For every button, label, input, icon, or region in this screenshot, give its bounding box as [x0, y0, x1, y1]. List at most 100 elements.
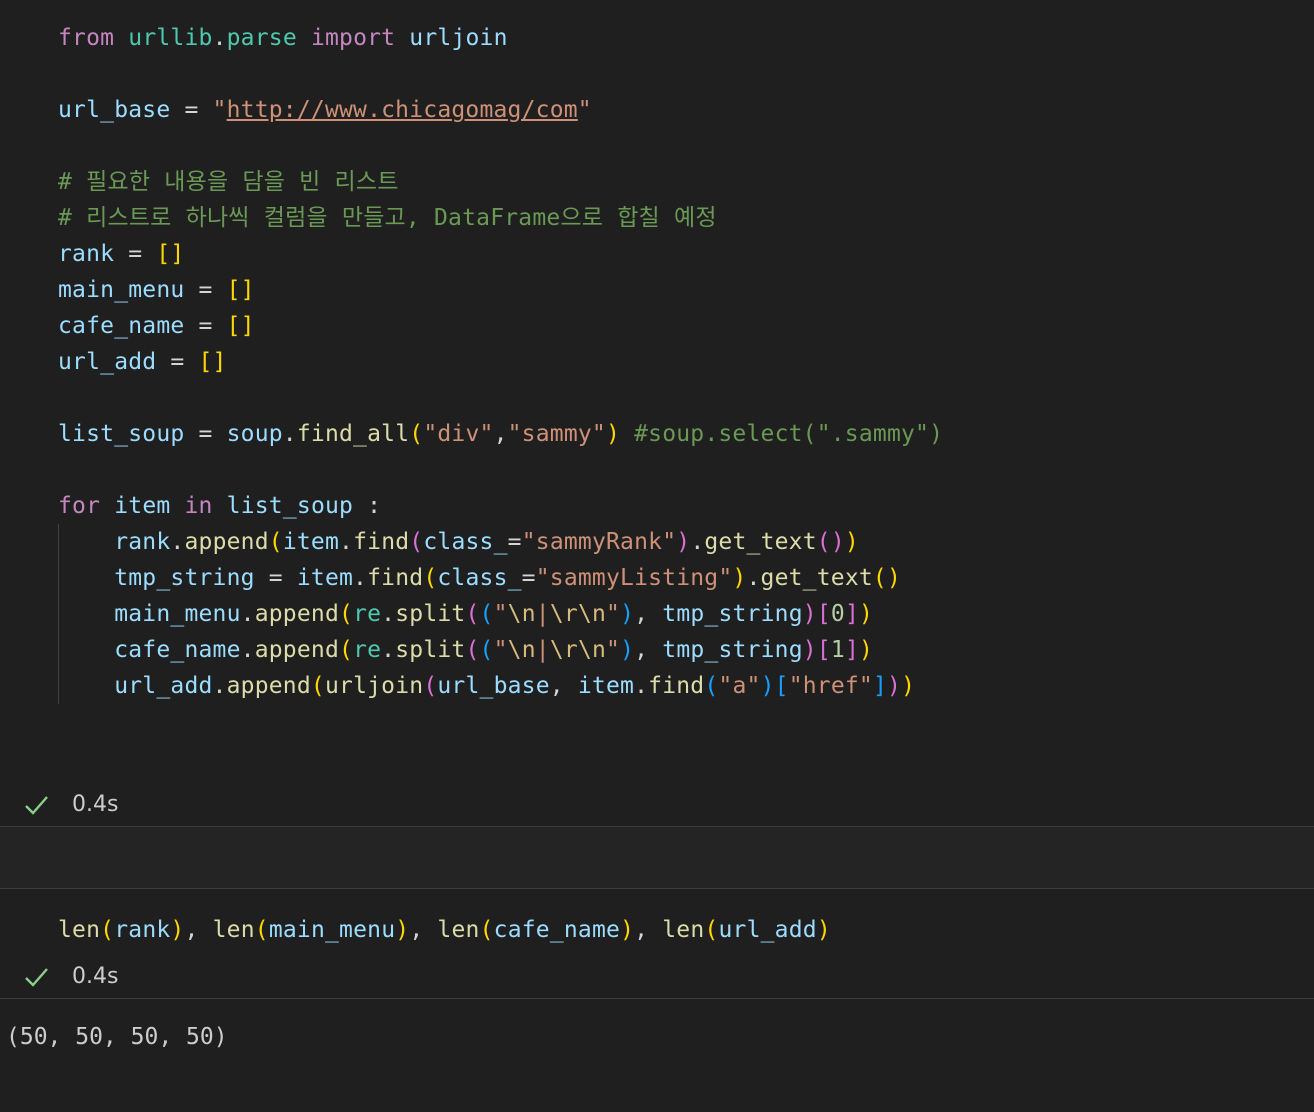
- code-token: =: [254, 565, 297, 591]
- code-token: re: [353, 637, 382, 663]
- code-line[interactable]: list_soup = soup.find_all("div","sammy")…: [58, 416, 943, 452]
- code-token: tmp_string: [114, 565, 255, 591]
- code-token: (: [479, 601, 494, 627]
- code-token: url_add: [58, 349, 157, 375]
- code-token: ,: [634, 601, 663, 627]
- code-token: len: [437, 917, 480, 943]
- code-line[interactable]: rank = []: [58, 236, 184, 272]
- code-line[interactable]: main_menu = []: [58, 272, 255, 308]
- code-token: cafe_name: [493, 917, 621, 943]
- code-token: =: [114, 241, 157, 267]
- code-token: #soup.select(".sammy"): [634, 421, 944, 447]
- code-token: ): [802, 637, 817, 663]
- code-token: ): [859, 637, 874, 663]
- code-token: find: [353, 529, 410, 555]
- cell-1-status: 0.4s: [22, 788, 118, 822]
- code-token: url_add: [718, 917, 817, 943]
- code-token: ,: [634, 917, 663, 943]
- code-token: ): [170, 917, 185, 943]
- code-token: ): [732, 565, 747, 591]
- code-token: ): [844, 529, 859, 555]
- code-token: urljoin: [324, 673, 424, 699]
- code-line[interactable]: url_base = "http://www.chicagomag/com": [58, 92, 592, 128]
- code-token: (: [423, 673, 438, 699]
- code-token: append: [254, 637, 339, 663]
- code-cell-1[interactable]: from urllib.parse import urljoin url_base…: [0, 0, 1314, 790]
- code-token: ): [620, 917, 635, 943]
- code-token: ,: [634, 637, 663, 663]
- code-token: len: [662, 917, 705, 943]
- code-token: url_base: [437, 673, 550, 699]
- code-token: "a": [718, 673, 761, 699]
- code-token: ): [901, 673, 916, 699]
- code-token: find: [648, 673, 705, 699]
- code-token: re: [353, 601, 382, 627]
- code-token: ]: [844, 601, 860, 627]
- code-token: ): [887, 673, 902, 699]
- code-token: =: [184, 421, 227, 447]
- code-token: urllib: [128, 25, 213, 51]
- code-token: [: [774, 673, 789, 699]
- code-token: =: [156, 349, 199, 375]
- code-token: .: [339, 529, 354, 555]
- code-token: ,: [409, 917, 438, 943]
- code-line[interactable]: for item in list_soup :: [58, 488, 381, 524]
- code-token: ": [577, 97, 592, 123]
- code-token: (: [409, 529, 424, 555]
- code-token: ": [493, 637, 508, 663]
- code-token: ): [859, 601, 874, 627]
- checkmark-icon: [25, 796, 48, 815]
- code-token: "sammy": [507, 421, 606, 447]
- code-token: (: [704, 917, 719, 943]
- code-line[interactable]: # 리스트로 하나씩 컬럼을 만들고, DataFrame으로 합칠 예정: [58, 200, 717, 236]
- code-token: ,: [549, 673, 578, 699]
- code-token: (: [100, 917, 115, 943]
- code-token: []: [226, 277, 255, 303]
- code-line[interactable]: tmp_string = item.find(class_="sammyList…: [58, 560, 901, 596]
- code-token: |: [535, 601, 550, 627]
- cell-2-output: (50, 50, 50, 50): [6, 1024, 228, 1050]
- code-token: (: [409, 421, 424, 447]
- code-token: =: [507, 529, 522, 555]
- cell-2-status: 0.4s: [22, 960, 118, 994]
- code-token: .: [240, 601, 255, 627]
- code-line[interactable]: cafe_name.append(re.split(("\n|\r\n"), t…: [58, 632, 873, 668]
- code-line[interactable]: url_add = []: [58, 344, 227, 380]
- code-token: list_soup: [226, 493, 354, 519]
- code-token: ): [395, 917, 410, 943]
- code-token: (: [310, 673, 325, 699]
- code-line[interactable]: main_menu.append(re.split(("\n|\r\n"), t…: [58, 596, 873, 632]
- code-token: (: [465, 637, 480, 663]
- code-line[interactable]: from urllib.parse import urljoin: [58, 20, 508, 56]
- code-line[interactable]: rank.append(item.find(class_="sammyRank"…: [58, 524, 859, 560]
- code-token: .: [170, 529, 185, 555]
- code-token: ): [605, 421, 621, 447]
- code-token: get_text: [760, 565, 873, 591]
- code-line[interactable]: url_add.append(urljoin(url_base, item.fi…: [58, 668, 915, 704]
- code-token: ): [620, 601, 635, 627]
- code-line[interactable]: # 필요한 내용을 담을 빈 리스트: [58, 164, 399, 200]
- code-token: list_soup: [58, 421, 185, 447]
- checkmark-icon: [25, 968, 48, 987]
- code-token: \n: [507, 637, 536, 663]
- code-line[interactable]: len(rank), len(main_menu), len(cafe_name…: [58, 912, 831, 948]
- code-cell-2[interactable]: len(rank), len(main_menu), len(cafe_name…: [0, 889, 1314, 961]
- code-token: import: [310, 25, 396, 51]
- code-token: (: [465, 601, 480, 627]
- code-line[interactable]: cafe_name = []: [58, 308, 255, 344]
- code-token: (: [479, 917, 494, 943]
- code-token: ): [760, 673, 775, 699]
- code-token: find_all: [296, 421, 410, 447]
- code-token: cafe_name: [114, 637, 241, 663]
- code-token: (: [479, 637, 494, 663]
- code-token: .: [634, 673, 649, 699]
- code-token: append: [226, 673, 311, 699]
- code-token: get_text: [704, 529, 817, 555]
- code-token: ): [802, 601, 817, 627]
